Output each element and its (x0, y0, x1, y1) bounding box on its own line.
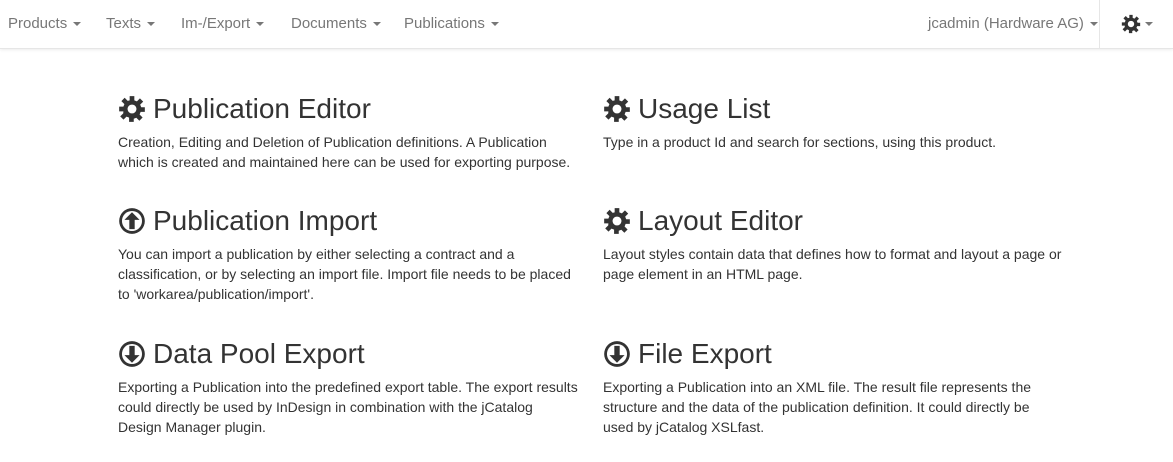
menu-im-export[interactable]: Im-/Export (181, 0, 265, 48)
card-title-text: File Export (638, 338, 772, 369)
card-description: You can import a publication by either s… (118, 246, 571, 302)
card-title-text: Publication Import (153, 205, 378, 236)
card-title-text: Data Pool Export (153, 338, 365, 369)
menu-texts-label: Texts (106, 15, 142, 32)
publication-editor-link[interactable]: Publication Editor (118, 89, 578, 129)
menu-products[interactable]: Products (8, 0, 82, 48)
gear-icon (603, 95, 631, 123)
card-title-text: Usage List (638, 93, 771, 124)
card-title-text: Publication Editor (153, 93, 371, 124)
card-usage-list: Usage List Type in a product Id and sear… (603, 89, 1063, 152)
caret-down-icon (256, 22, 265, 27)
settings-menu[interactable] (1100, 0, 1173, 48)
card-publication-editor: Publication Editor Creation, Editing and… (118, 89, 578, 172)
caret-down-icon (73, 22, 82, 27)
menu-texts[interactable]: Texts (106, 0, 156, 48)
data-pool-export-link[interactable]: Data Pool Export (118, 334, 578, 374)
gear-icon (603, 207, 631, 235)
caret-down-icon (1089, 22, 1098, 27)
menu-publications[interactable]: Publications (404, 0, 499, 48)
user-menu[interactable]: jcadmin (Hardware AG) (928, 0, 1098, 48)
user-menu-label: jcadmin (Hardware AG) (928, 15, 1084, 32)
caret-down-icon (147, 22, 156, 27)
card-description: Exporting a Publication into the predefi… (118, 379, 578, 435)
circle-arrow-up-icon (118, 207, 146, 235)
card-description: Layout styles contain data that defines … (603, 246, 1062, 282)
card-data-pool-export: Data Pool Export Exporting a Publication… (118, 334, 578, 437)
file-export-link[interactable]: File Export (603, 334, 1063, 374)
menu-products-label: Products (8, 15, 68, 32)
menu-documents[interactable]: Documents (291, 0, 381, 48)
card-file-export: File Export Exporting a Publication into… (603, 334, 1063, 437)
card-title-text: Layout Editor (638, 205, 803, 236)
card-description: Type in a product Id and search for sect… (603, 134, 996, 150)
card-publication-import: Publication Import You can import a publ… (118, 201, 578, 304)
caret-down-icon (372, 22, 381, 27)
card-description: Exporting a Publication into an XML file… (603, 379, 1032, 435)
gear-icon (1121, 14, 1141, 34)
circle-arrow-down-icon (603, 340, 631, 368)
menu-documents-label: Documents (291, 15, 367, 32)
card-description: Creation, Editing and Deletion of Public… (118, 134, 571, 170)
usage-list-link[interactable]: Usage List (603, 89, 1063, 129)
circle-arrow-down-icon (118, 340, 146, 368)
menu-im-export-label: Im-/Export (181, 15, 251, 32)
card-layout-editor: Layout Editor Layout styles contain data… (603, 201, 1063, 284)
layout-editor-link[interactable]: Layout Editor (603, 201, 1063, 241)
menu-publications-label: Publications (404, 15, 485, 32)
publication-import-link[interactable]: Publication Import (118, 201, 578, 241)
gear-icon (118, 95, 146, 123)
caret-down-icon (1144, 22, 1153, 26)
caret-down-icon (490, 22, 499, 27)
top-navbar: Products Texts Im-/Export Documents Publ… (0, 0, 1173, 49)
